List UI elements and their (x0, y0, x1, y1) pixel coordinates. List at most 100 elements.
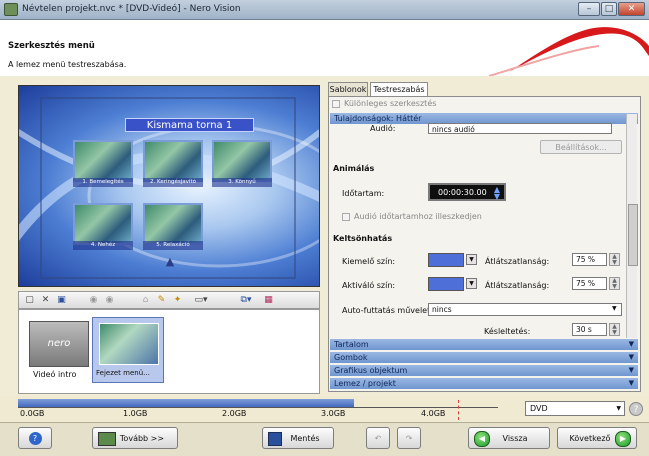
prev-icon[interactable]: ◉ (87, 294, 100, 307)
disk-label-4: 4.0GB (421, 409, 446, 418)
more-button[interactable]: Tovább >> (92, 427, 178, 449)
chapter-thumbnail-5[interactable] (143, 203, 203, 245)
expand-icon: ▼ (628, 379, 634, 387)
transparency-spin-2-icon[interactable]: ▲ ▼ (609, 277, 620, 290)
chapter-thumbnail-3[interactable] (212, 140, 272, 182)
next-button[interactable]: Következő ▶ (557, 427, 637, 449)
duration-spinner[interactable]: 00:00:30.00 ▲ ▼ (428, 183, 506, 201)
more-label: Tovább >> (119, 434, 165, 443)
help-icon: ? (28, 432, 42, 445)
next-arrow-icon: ▶ (615, 431, 631, 447)
highlight-color-dropdown[interactable]: ▼ (466, 254, 477, 265)
spin-arrows-icon[interactable]: ▲ ▼ (494, 186, 500, 201)
tab-customize[interactable]: Testreszabás (370, 82, 428, 96)
section-content[interactable]: Tartalom ▼ (330, 339, 638, 350)
chapter-thumbnail-4[interactable] (73, 203, 133, 245)
video-intro-thumbnail[interactable]: nero (29, 321, 89, 367)
chapter-thumbnail-2[interactable] (143, 140, 203, 182)
help-button[interactable]: ? (18, 427, 52, 449)
audio-select[interactable]: nincs audió (428, 123, 612, 134)
section-buttons[interactable]: Gombok ▼ (330, 352, 638, 363)
disk-label-0: 0.0GB (20, 409, 45, 418)
expand-icon: ▼ (628, 353, 634, 361)
effect-icon[interactable]: ✦ (171, 294, 184, 307)
transparency-label-2: Átlátszatlanság: (485, 281, 550, 290)
section-content-title: Tartalom (334, 340, 369, 349)
disk-help-icon[interactable]: ? (629, 402, 643, 416)
autorun-dropdown-icon[interactable]: ▼ (612, 304, 621, 314)
highlight-color-label: Kiemelő szín: (342, 257, 396, 266)
delete-icon[interactable]: ✕ (39, 294, 52, 307)
disk-scale-line (18, 407, 498, 408)
save-icon[interactable]: ▣ (55, 294, 68, 307)
chapter-thumbnail-1[interactable] (73, 140, 133, 182)
section-properties-title: Tulajdonságok: Háttér (334, 114, 422, 123)
highlight-color-swatch[interactable] (428, 253, 464, 267)
new-icon[interactable]: ▢ (23, 294, 36, 307)
text-icon[interactable]: ⌂ (139, 294, 152, 307)
audio-duration-label: Audió időtartamhoz illeszkedjen (354, 212, 482, 221)
active-color-swatch[interactable] (428, 277, 464, 291)
floppy-icon (268, 432, 282, 446)
delay-field[interactable]: 30 s (572, 323, 607, 336)
brand-swoosh-icon (489, 27, 649, 76)
active-color-label: Aktiváló szín: (342, 281, 396, 290)
duration-label: Időtartam: (342, 189, 385, 198)
next-icon[interactable]: ◉ (103, 294, 116, 307)
section-disc-title: Lemez / projekt (334, 379, 396, 388)
menu-title[interactable]: Kismama torna 1 (125, 118, 254, 132)
chevron-down-icon: ▼ (616, 405, 621, 412)
close-button[interactable]: ✕ (618, 2, 645, 16)
audio-duration-checkbox[interactable] (342, 213, 350, 221)
panel-scrollbar[interactable] (626, 114, 638, 338)
next-label: Következő (569, 434, 611, 443)
section-buttons-title: Gombok (334, 353, 368, 362)
maximize-button[interactable]: □ (601, 2, 617, 16)
section-graphic-title: Grafikus objektum (334, 366, 408, 375)
autorun-select[interactable]: nincs (428, 303, 622, 316)
chapter-label-5: 5. Relaxáció (143, 241, 203, 250)
video-intro-label: Videó intro (33, 370, 77, 379)
section-disc-project[interactable]: Lemez / projekt ▼ (330, 378, 638, 389)
back-arrow-icon: ◀ (474, 431, 490, 447)
active-color-dropdown[interactable]: ▼ (466, 278, 477, 289)
layers-icon[interactable]: ⧉▾ (234, 294, 258, 307)
save-label: Mentés (290, 434, 320, 443)
tab-templates[interactable]: Sablonok (328, 82, 368, 96)
minimize-button[interactable]: – (578, 2, 600, 16)
transparency-spin-1-icon[interactable]: ▲ ▼ (609, 253, 620, 266)
chapter-menu-label: Fejezet menü... (96, 369, 150, 377)
settings-button[interactable]: Beállítások... (540, 140, 622, 154)
chapter-label-1: 1. Bemelegítés (73, 178, 133, 187)
disk-format-select[interactable]: DVD ▼ (525, 401, 625, 416)
header: Szerkesztés menü A lemez menü testreszab… (0, 20, 649, 76)
expand-icon: ▼ (628, 366, 634, 374)
special-edit-checkbox[interactable] (332, 100, 340, 108)
wand-icon[interactable]: ✎ (155, 294, 168, 307)
section-graphic-object[interactable]: Grafikus objektum ▼ (330, 365, 638, 376)
disk-format-value: DVD (530, 404, 548, 413)
disk-label-3: 3.0GB (321, 409, 346, 418)
page-title: Szerkesztés menü (8, 41, 95, 51)
delay-spin-icon[interactable]: ▲ ▼ (609, 323, 620, 336)
save-button[interactable]: Mentés (262, 427, 334, 449)
transparency-field-1[interactable]: 75 % (572, 253, 607, 266)
chapter-label-2: 2. Keringésjavító (143, 178, 203, 187)
chapter-label-4: 4. Nehéz (73, 241, 133, 250)
app-icon (4, 3, 18, 16)
layout-icon[interactable]: ▭▾ (189, 294, 213, 307)
autorun-label: Auto-futtatás művelet: (342, 306, 433, 315)
nav-up-arrow-icon[interactable]: ▲ (165, 256, 175, 267)
duration-value: 00:00:30.00 (438, 188, 487, 197)
grid-icon[interactable]: ▦ (262, 294, 275, 307)
back-label: Vissza (502, 434, 528, 443)
undo-button[interactable]: ↶ (366, 427, 390, 449)
redo-button[interactable]: ↷ (397, 427, 421, 449)
delay-label: Késleltetés: (484, 327, 531, 336)
chapter-menu-clip[interactable]: Fejezet menü... (92, 317, 164, 383)
scrollbar-thumb[interactable] (628, 204, 638, 266)
title-bar: Névtelen projekt.nvc * [DVD-Videó] - Ner… (0, 0, 649, 20)
transparency-field-2[interactable]: 75 % (572, 277, 607, 290)
back-button[interactable]: ◀ Vissza (468, 427, 550, 449)
special-edit-label: Különleges szerkesztés (344, 99, 437, 108)
